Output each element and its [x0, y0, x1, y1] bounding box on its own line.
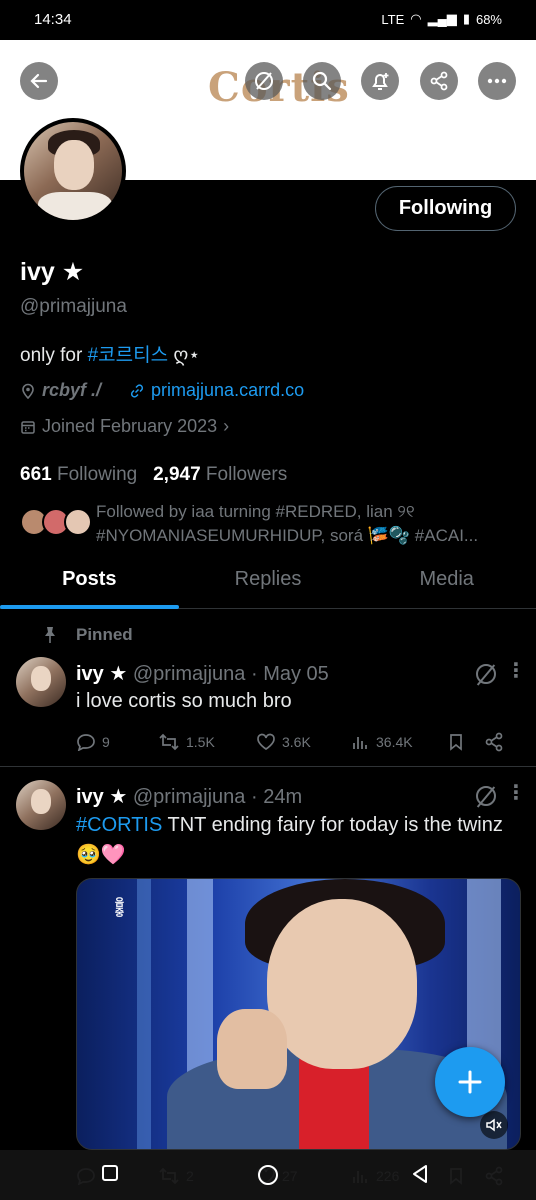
follow-counts: 661 Following 2,947 Followers	[20, 464, 287, 486]
heart-icon	[257, 733, 275, 751]
back-arrow-icon	[30, 73, 48, 89]
chevron-right-icon: ›	[223, 416, 230, 436]
calendar-icon	[21, 420, 35, 434]
bio-prefix: only for	[20, 345, 88, 366]
share-tweet-button[interactable]	[484, 732, 504, 752]
share-icon	[430, 71, 448, 91]
more-options-button[interactable]	[478, 62, 516, 100]
tab-media[interactable]: Media	[357, 552, 536, 608]
followed-by-text: Followed by iaa turning #REDRED, lian ୨୧…	[96, 502, 479, 545]
profile-bio: only for #코르티스 ღ⋆	[20, 340, 200, 367]
wifi-icon: ◠	[410, 11, 422, 26]
mute-icon	[486, 1118, 502, 1132]
tweet-hashtag-link[interactable]: #CORTIS	[76, 814, 162, 836]
repost-icon	[159, 733, 179, 751]
grok-icon	[255, 72, 273, 90]
views-button[interactable]: 36.4K	[352, 734, 448, 750]
tab-posts[interactable]: Posts	[0, 552, 179, 609]
reply-icon	[77, 734, 95, 751]
followers-count-link[interactable]: 2,947 Followers	[153, 464, 287, 485]
profile-handle: @primajjuna	[20, 296, 127, 317]
system-nav-bar	[0, 1150, 536, 1200]
profile-name: ivy ★	[20, 258, 85, 286]
repost-button[interactable]: 1.5K	[158, 733, 256, 751]
notify-button[interactable]	[361, 62, 399, 100]
signal-icon: ▂▄▆	[427, 11, 457, 26]
profile-avatar[interactable]	[20, 118, 126, 224]
pinned-label: Pinned	[76, 625, 133, 644]
grok-icon[interactable]	[476, 786, 496, 806]
status-bar: 14:34 LTE ◠ ▂▄▆ ▮ 68%	[0, 0, 536, 40]
bio-hashtag-link[interactable]: #코르티스	[88, 345, 169, 366]
home-circle-icon	[258, 1165, 278, 1185]
tweet-avatar[interactable]	[16, 657, 66, 707]
share-icon	[485, 732, 503, 752]
network-label: LTE	[381, 11, 405, 27]
search-icon	[312, 71, 332, 91]
following-button[interactable]: Following	[375, 186, 516, 231]
status-time: 14:34	[34, 11, 72, 28]
bio-suffix: ღ⋆	[168, 345, 201, 366]
joined-row[interactable]: Joined February 2023 ›	[20, 416, 229, 437]
tweet-header: ivy ★ @primajjuna · May 05	[76, 663, 329, 685]
system-back-button[interactable]	[410, 1163, 430, 1191]
tweet-text: i love cortis so much bro	[76, 690, 292, 712]
bookmark-button[interactable]	[448, 733, 484, 751]
mini-avatar	[64, 508, 92, 536]
location-pin-icon	[22, 383, 34, 399]
location-text: rcbyf ./	[42, 380, 102, 400]
tweet-more-icon[interactable]: ⋮	[506, 658, 526, 683]
share-profile-button[interactable]	[420, 62, 458, 100]
joined-text: Joined February 2023	[42, 416, 218, 436]
status-icons: LTE ◠ ▂▄▆ ▮ 68%	[381, 11, 502, 27]
following-count-link[interactable]: 661 Following	[20, 464, 137, 485]
tweet-actions: 9 1.5K 3.6K 36.4K	[76, 732, 521, 752]
mute-button[interactable]	[480, 1111, 508, 1139]
bookmark-icon	[450, 734, 462, 751]
recents-icon	[102, 1165, 118, 1181]
tweet-header: ivy ★ @primajjuna · 24m	[76, 786, 303, 808]
recent-apps-button[interactable]	[100, 1163, 120, 1189]
link-icon	[130, 383, 144, 398]
pin-icon	[45, 627, 55, 643]
video-channel-badge: 음중	[112, 897, 123, 917]
profile-tabs: Posts Replies Media	[0, 552, 536, 609]
compose-button[interactable]	[435, 1047, 505, 1117]
bell-plus-icon	[372, 73, 389, 90]
battery-level: 68%	[475, 11, 502, 27]
reply-button[interactable]: 9	[76, 733, 158, 751]
website-link[interactable]: primajjuna.carrd.co	[151, 380, 304, 401]
views-chart-icon	[353, 737, 367, 749]
tweet-more-icon[interactable]: ⋮	[506, 780, 526, 805]
grok-icon[interactable]	[476, 664, 496, 684]
profile-meta-location: rcbyf ./ primajjuna.carrd.co	[20, 380, 304, 401]
back-button[interactable]	[20, 62, 58, 100]
home-button[interactable]	[256, 1163, 280, 1193]
tweet-avatar[interactable]	[16, 780, 66, 830]
tab-replies[interactable]: Replies	[179, 552, 358, 608]
like-button[interactable]: 3.6K	[256, 733, 352, 751]
battery-icon: ▮	[462, 11, 470, 26]
plus-icon	[458, 1070, 482, 1094]
search-button[interactable]	[303, 62, 341, 100]
followed-by-avatars	[20, 508, 92, 538]
back-triangle-icon	[413, 1165, 427, 1183]
grok-button[interactable]	[245, 62, 283, 100]
tweet-text: #CORTIS TNT ending fairy for today is th…	[76, 814, 503, 866]
pinned-tweet[interactable]: Pinned ivy ★ @primajjuna · May 05 ⋮ i lo…	[0, 610, 536, 767]
more-dots-icon	[487, 78, 507, 84]
